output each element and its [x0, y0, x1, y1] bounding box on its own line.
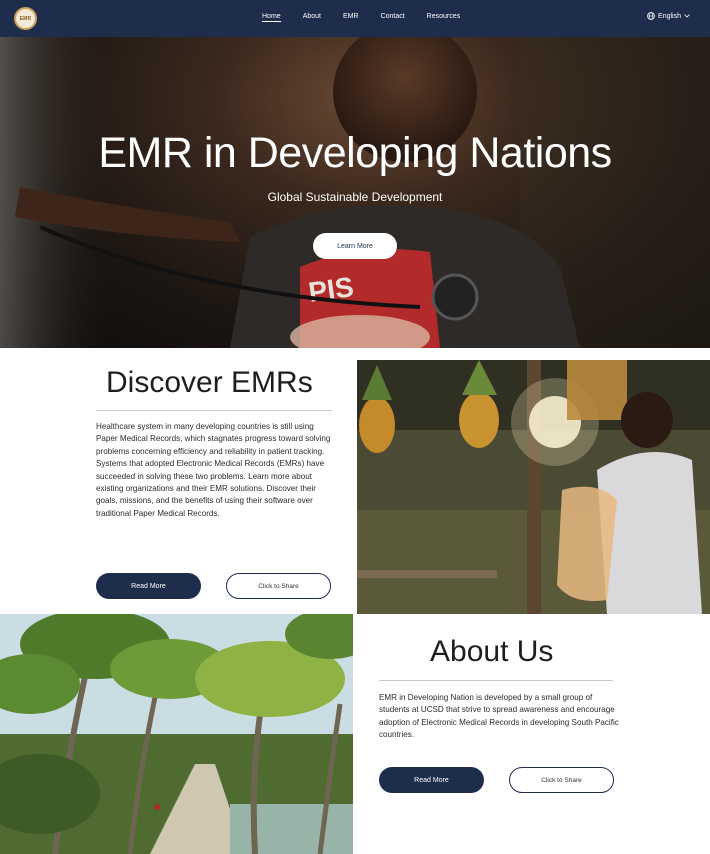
chevron-down-icon: [684, 14, 690, 18]
about-share-button[interactable]: Click to Share: [509, 767, 614, 793]
about-title: About Us: [430, 635, 554, 668]
hero-title: EMR in Developing Nations: [98, 129, 612, 177]
divider: [379, 680, 613, 681]
discover-section: Discover EMRs Healthcare system in many …: [0, 348, 357, 615]
language-label: English: [658, 12, 681, 20]
learn-more-button[interactable]: Learn More: [313, 233, 397, 259]
palms-illustration: [0, 614, 353, 854]
about-read-more-button[interactable]: Read More: [379, 767, 484, 793]
about-body: EMR in Developing Nation is developed by…: [379, 693, 619, 740]
about-section: About Us EMR in Developing Nation is dev…: [353, 615, 710, 854]
logo-text: EMR: [19, 15, 32, 22]
discover-title: Discover EMRs: [106, 366, 313, 399]
nav-links: Home About EMR Contact Resources: [262, 13, 482, 22]
nav-link-contact[interactable]: Contact: [381, 13, 405, 22]
globe-icon: [647, 12, 655, 20]
discover-body: Healthcare system in many developing cou…: [96, 422, 331, 518]
discover-read-more-button[interactable]: Read More: [96, 573, 201, 599]
nav-link-home[interactable]: Home: [262, 13, 281, 22]
nav-link-emr[interactable]: EMR: [343, 13, 359, 22]
top-nav-bar: EMR Home About EMR Contact Resources Eng…: [0, 0, 710, 37]
language-selector[interactable]: English: [647, 12, 690, 20]
market-photo: [357, 360, 710, 614]
hero-subtitle: Global Sustainable Development: [267, 190, 443, 204]
nav-link-resources[interactable]: Resources: [427, 13, 460, 22]
palms-photo: [0, 614, 353, 854]
discover-share-button[interactable]: Click to Share: [226, 573, 331, 599]
site-logo[interactable]: EMR: [14, 7, 37, 30]
nav-link-about[interactable]: About: [303, 13, 321, 22]
market-illustration: [357, 360, 710, 614]
hero-section: PIS EMR in Developing Nations Global Sus…: [0, 37, 710, 348]
divider: [96, 410, 332, 411]
